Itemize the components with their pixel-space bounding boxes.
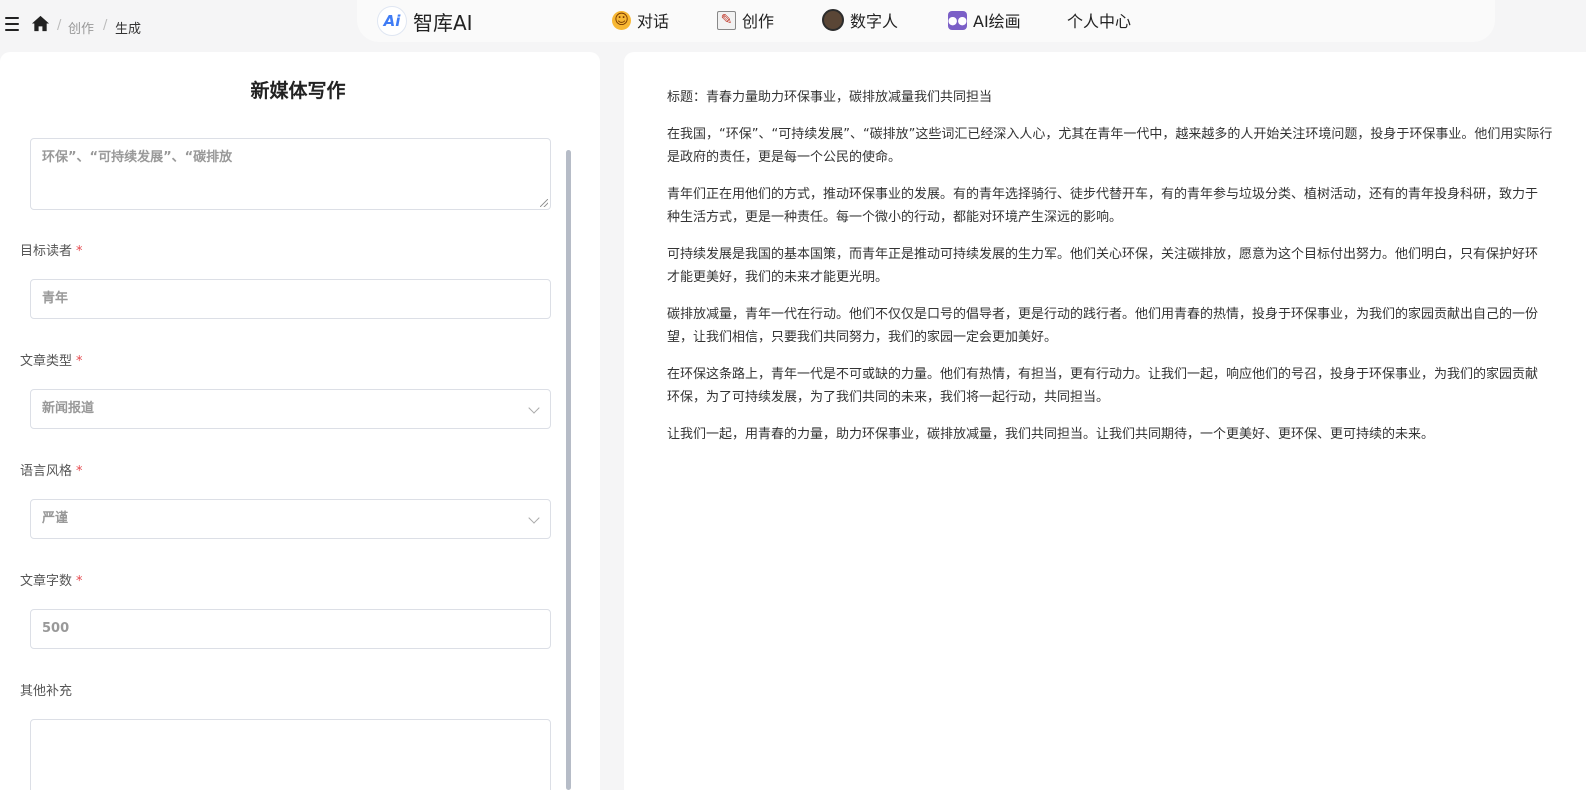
article-paragraph: 可持续发展是我国的基本国策，而青年正是推动可持续发展的生力军。他们关心环保，关注… — [667, 247, 1539, 285]
generated-article: 标题：青春力量助力环保事业，碳排放减量我们共同担当 在我国，“环保”、“可持续发… — [667, 86, 1586, 460]
language-style-value: 严谨 — [42, 511, 69, 526]
required-mark: * — [76, 464, 83, 479]
required-mark: * — [76, 354, 83, 369]
keywords-textarea[interactable]: 环保”、“可持续发展”、“碳排放 — [30, 138, 551, 210]
nav-item-create[interactable]: ✎ 创作 — [717, 9, 774, 31]
nav-item-ai-drawing[interactable]: ●● AI绘画 — [948, 9, 1021, 31]
main-navbar: Ai 智库AI ☺ 对话 ✎ 创作 数字人 ●● AI绘画 个人中心 — [357, 0, 1495, 42]
resize-handle-icon[interactable] — [540, 199, 548, 207]
other-notes-label: 其他补充 — [20, 684, 73, 699]
article-paragraph: 碳排放减量，青年一代在行动。他们不仅仅是口号的倡导者，更是行动的践行者。他们用青… — [667, 307, 1539, 345]
page-title: 新媒体写作 — [250, 80, 346, 102]
target-reader-label: 目标读者 * — [20, 244, 83, 259]
other-notes-textarea[interactable] — [30, 719, 551, 790]
avatar-face-icon — [822, 9, 844, 31]
article-title: 标题：青春力量助力环保事业，碳排放减量我们共同担当 — [667, 90, 993, 105]
brand[interactable]: Ai 智库AI — [377, 6, 473, 36]
nav-item-chat[interactable]: ☺ 对话 — [612, 9, 669, 31]
breadcrumb-separator: / — [57, 18, 62, 33]
required-mark: * — [76, 574, 83, 589]
article-type-value: 新闻报道 — [42, 401, 95, 416]
language-style-select[interactable]: 严谨 — [30, 499, 551, 539]
chevron-down-icon — [528, 512, 540, 524]
breadcrumb-separator: / — [103, 18, 108, 33]
top-bar: / 创作 / 生成 Ai 智库AI ☺ 对话 ✎ 创作 数字人 ●● AI绘画 … — [0, 0, 1586, 52]
writing-form-panel: 新媒体写作 环保”、“可持续发展”、“碳排放 目标读者 * 青年 文章类型 * 新闻… — [0, 52, 600, 790]
article-paragraph: 青年们正在用他们的方式，推动环保事业的发展。有的青年选择骑行、徒步代替开车，有的… — [667, 187, 1539, 225]
alien-monster-icon: ●● — [948, 10, 967, 30]
breadcrumb-item-generate: 生成 — [115, 22, 142, 37]
brand-logo: Ai — [377, 6, 407, 36]
hamburger-menu-icon[interactable] — [5, 17, 19, 33]
article-paragraph: 在环保这条路上，青年一代是不可或缺的力量。他们有热情，有担当，更有行动力。让我们… — [667, 367, 1539, 405]
language-style-label: 语言风格 * — [20, 464, 83, 479]
nav-item-label: 个人中心 — [1067, 12, 1132, 31]
keywords-value: 环保”、“可持续发展”、“碳排放 — [42, 150, 233, 165]
target-reader-input[interactable]: 青年 — [30, 279, 551, 319]
brand-name: 智库AI — [413, 10, 473, 35]
article-type-select[interactable]: 新闻报道 — [30, 389, 551, 429]
memo-emoji-icon: ✎ — [717, 10, 736, 30]
word-count-label: 文章字数 * — [20, 574, 83, 589]
home-icon[interactable] — [31, 14, 50, 33]
nav-item-digital-human[interactable]: 数字人 — [822, 9, 898, 31]
required-mark: * — [76, 244, 83, 259]
article-type-label: 文章类型 * — [20, 354, 83, 369]
article-paragraph: 在我国，“环保”、“可持续发展”、“碳排放”这些词汇已经深入人心，尤其在青年一代… — [667, 127, 1553, 165]
form-scrollbar[interactable] — [566, 150, 571, 790]
smiley-emoji-icon: ☺ — [612, 10, 631, 30]
nav-item-personal-center[interactable]: 个人中心 — [1067, 9, 1131, 31]
article-paragraph: 让我们一起，用青春的力量，助力环保事业，碳排放减量，我们共同担当。让我们共同期待… — [667, 427, 1435, 442]
nav-item-label: 对话 — [637, 12, 670, 31]
breadcrumb-item-create[interactable]: 创作 — [68, 18, 94, 37]
word-count-input[interactable]: 500 — [30, 609, 551, 649]
nav-item-label: AI绘画 — [973, 12, 1021, 31]
nav-item-label: 数字人 — [850, 12, 899, 31]
article-output-panel: 标题：青春力量助力环保事业，碳排放减量我们共同担当 在我国，“环保”、“可持续发… — [624, 52, 1586, 790]
nav-item-label: 创作 — [742, 12, 775, 31]
chevron-down-icon — [528, 402, 540, 414]
